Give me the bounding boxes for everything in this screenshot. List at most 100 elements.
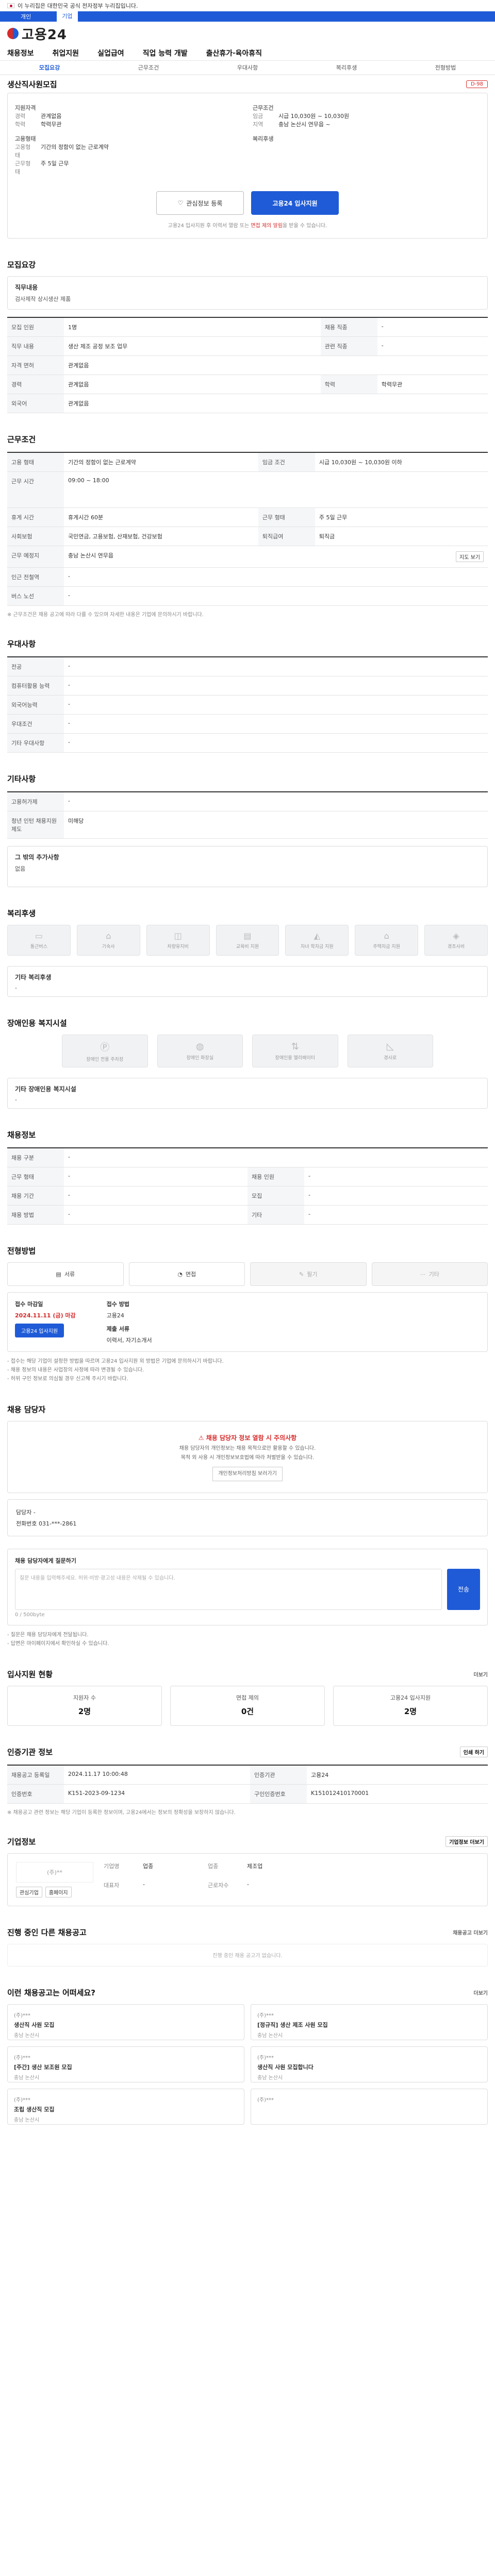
nav-unemployment[interactable]: 실업급여 — [97, 48, 124, 58]
question-notes: - 질문은 채용 담당자에게 전달됩니다. - 답변은 마이페이지에서 확인하실… — [7, 1631, 488, 1648]
education-icon: ▤ — [243, 931, 252, 941]
table-header: 휴게 시간 — [7, 507, 64, 527]
disabled-tile: Ⓟ 장애인 전용 주차장 — [62, 1035, 148, 1067]
summary-value: 주 5일 근무 — [41, 160, 69, 167]
section-screening-title: 전형방법 — [7, 1246, 36, 1256]
company-logo: (주)** — [16, 1861, 93, 1883]
user-type-personal[interactable]: 개인 — [21, 12, 31, 21]
recommend-card[interactable]: (주)*** [주간] 생산 보조원 모집 충남 논산시 — [7, 2046, 244, 2082]
stat-card: 고용24 입사지원 2명 — [333, 1685, 488, 1726]
nav-jobs[interactable]: 채용정보 — [7, 48, 34, 58]
company-label: 대표자 — [104, 1882, 120, 1889]
table-header: 경력 — [7, 375, 64, 394]
table-cell: 09:00 ~ 18:00 — [64, 471, 488, 508]
recommend-card[interactable]: (주)*** — [251, 2088, 488, 2125]
same-company-more-link[interactable]: 채용공고 더보기 — [453, 1928, 488, 1936]
ramp-icon: ◺ — [386, 1041, 394, 1052]
company-more-button[interactable]: 기업정보 더보기 — [446, 1836, 488, 1847]
more-icon: ⋯ — [420, 1270, 426, 1278]
table-cell: 충남 논산시 연무읍 — [68, 552, 113, 559]
nav-employment-support[interactable]: 취업지원 — [53, 48, 79, 58]
table-header: 채용 기간 — [7, 1186, 64, 1206]
recommend-card[interactable]: (주)*** [정규직] 생산 제조 사원 모집 충남 논산시 — [251, 2004, 488, 2040]
recommend-card[interactable]: (주)*** 생산직 사원 모집합니다 충남 논산시 — [251, 2046, 488, 2082]
table-cell: - — [64, 1205, 248, 1225]
pencil-icon: ✎ — [299, 1270, 304, 1278]
homepage-button[interactable]: 홈페이지 — [45, 1886, 72, 1897]
dormitory-icon: ⌂ — [106, 931, 111, 941]
summary-welfare-title: 복리후생 — [253, 135, 274, 142]
stat-card: 면접 제의 0건 — [170, 1685, 325, 1726]
welfare-tile: ▭ 통근버스 — [7, 925, 71, 956]
table-row: 휴게 시간 휴게시간 60분 근무 형태 주 5일 근무 — [7, 507, 488, 527]
welfare-icons: ▭ 통근버스 ⌂ 기숙사 ◫ 차량유지비 ▤ 교육비 지원 ◭ 자녀 학자금 지원 ⌂ 주택… — [7, 925, 488, 956]
recommend-card[interactable]: (주)*** 조립 생산직 모집 충남 논산시 — [7, 2088, 244, 2125]
company-value: - — [247, 1881, 249, 1888]
apply-note-tail: 을 받을 수 있습니다. — [282, 223, 327, 229]
favorite-company-button[interactable]: 관심기업 — [16, 1886, 42, 1897]
deadline-label: 접수 마감일 — [15, 1301, 43, 1308]
summary-label: 학력 — [15, 121, 26, 128]
stat-label: 고용24 입사지원 — [390, 1694, 431, 1701]
apply-note: 고용24 입사지원 후 이력서 열람 또는 면접 제의 알림을 받을 수 있습니… — [15, 221, 480, 229]
table-cell: 시급 10,030원 ~ 10,030원 이하 — [315, 452, 488, 472]
user-type-company[interactable]: 기업 — [57, 11, 78, 22]
privacy-policy-button[interactable]: 개인정보처리방침 보러가기 — [212, 1466, 283, 1481]
table-cell: 생산 제조 공정 보조 업무 — [64, 336, 321, 356]
map-button[interactable]: 지도 보기 — [456, 551, 484, 562]
table-cell: 1명 — [64, 317, 321, 337]
table-row: 사회보험 국민연금, 고용보험, 산재보험, 건강보험 퇴직급여 퇴직금 — [7, 527, 488, 546]
table-header: 버스 노선 — [7, 586, 64, 606]
table-cell: 고용24 — [307, 1765, 488, 1785]
welfare-tile-label: 자녀 학자금 지원 — [301, 944, 334, 950]
apply-button-small[interactable]: 고용24 입사지원 — [15, 1324, 64, 1337]
disabled-extra-box: 기타 장애인용 복지시설 - — [7, 1078, 488, 1109]
stat-value: 2명 — [404, 1706, 417, 1716]
company-label: 업종 — [208, 1862, 219, 1870]
scrap-button[interactable]: ♡ 관심정보 등록 — [156, 191, 244, 215]
table-row: 근무 시간 09:00 ~ 18:00 — [7, 471, 488, 508]
stat-value: 0건 — [241, 1706, 254, 1716]
dday-badge: D-98 — [466, 80, 488, 88]
tab-conditions[interactable]: 근무조건 — [138, 63, 159, 72]
summary-value: 관계없음 — [41, 113, 62, 120]
recommend-more-link[interactable]: 더보기 — [473, 1989, 488, 1996]
table-cell: 미해당 — [64, 811, 488, 839]
nav-training[interactable]: 직업 능력 개발 — [143, 48, 188, 58]
welfare-extra-value: - — [15, 985, 17, 991]
summary-label: 임금 — [253, 113, 263, 120]
welfare-tile-label: 경조사비 — [448, 944, 465, 950]
company-label: 기업명 — [104, 1862, 120, 1870]
deadline-value: 2024.11.11 (금) 마감 — [15, 1312, 76, 1319]
disabled-tile-label: 장애인 화장실 — [186, 1056, 214, 1061]
job-duty-value: 검사제작 상시생산 제품 — [15, 296, 71, 302]
recommend-card[interactable]: (주)*** 생산직 사원 모집 충남 논산시 — [7, 2004, 244, 2040]
section-same-company-header: 진행 중인 다른 채용공고 채용공고 더보기 — [7, 1927, 488, 1938]
stats-more-link[interactable]: 더보기 — [473, 1670, 488, 1678]
tab-preferences[interactable]: 우대사항 — [237, 63, 258, 72]
section-stats-title: 입사지원 현황 — [7, 1669, 53, 1679]
question-send-button[interactable]: 전송 — [447, 1568, 480, 1610]
tab-screening[interactable]: 전형방법 — [435, 63, 456, 72]
tab-welfare[interactable]: 복리후생 — [336, 63, 357, 72]
manager-name-label: 담당자 — [16, 1509, 32, 1516]
method-interview: ◔ 면접 — [128, 1262, 245, 1286]
table-header: 모집 인원 — [7, 317, 64, 337]
table-cell: 국민연금, 고용보험, 산재보험, 건강보험 — [64, 527, 258, 546]
job-duty-box: 직무내용 검사제작 상시생산 제품 — [7, 276, 488, 310]
table-header: 인증번호 — [7, 1784, 64, 1804]
apply-button[interactable]: 고용24 입사지원 — [251, 191, 339, 215]
question-input[interactable]: 질문 내용을 입력해주세요. 허위·비방·광고성 내용은 삭제될 수 있습니다. — [15, 1568, 442, 1610]
stat-label: 면접 제의 — [236, 1694, 259, 1701]
table-cell: - — [304, 1205, 488, 1225]
section-info-title: 인증기관 정보 — [7, 1747, 53, 1757]
print-button[interactable]: 인쇄 하기 — [459, 1746, 488, 1757]
table-row: 외국어 관계없음 — [7, 394, 488, 413]
site-logo[interactable]: 고용24 — [22, 24, 67, 43]
nav-leave[interactable]: 출산휴가·육아휴직 — [206, 48, 262, 58]
same-company-empty: 진행 중인 채용 공고가 없습니다. — [7, 1943, 488, 1967]
apply-method-value: 고용24 — [106, 1312, 124, 1319]
table-row: 채용 구분 - — [7, 1148, 488, 1167]
manager-warning-line: 채용 담당자의 개인정보는 채용 목적으로만 활용할 수 있습니다. — [179, 1445, 316, 1451]
tab-recruit[interactable]: 모집요강 — [39, 63, 60, 72]
